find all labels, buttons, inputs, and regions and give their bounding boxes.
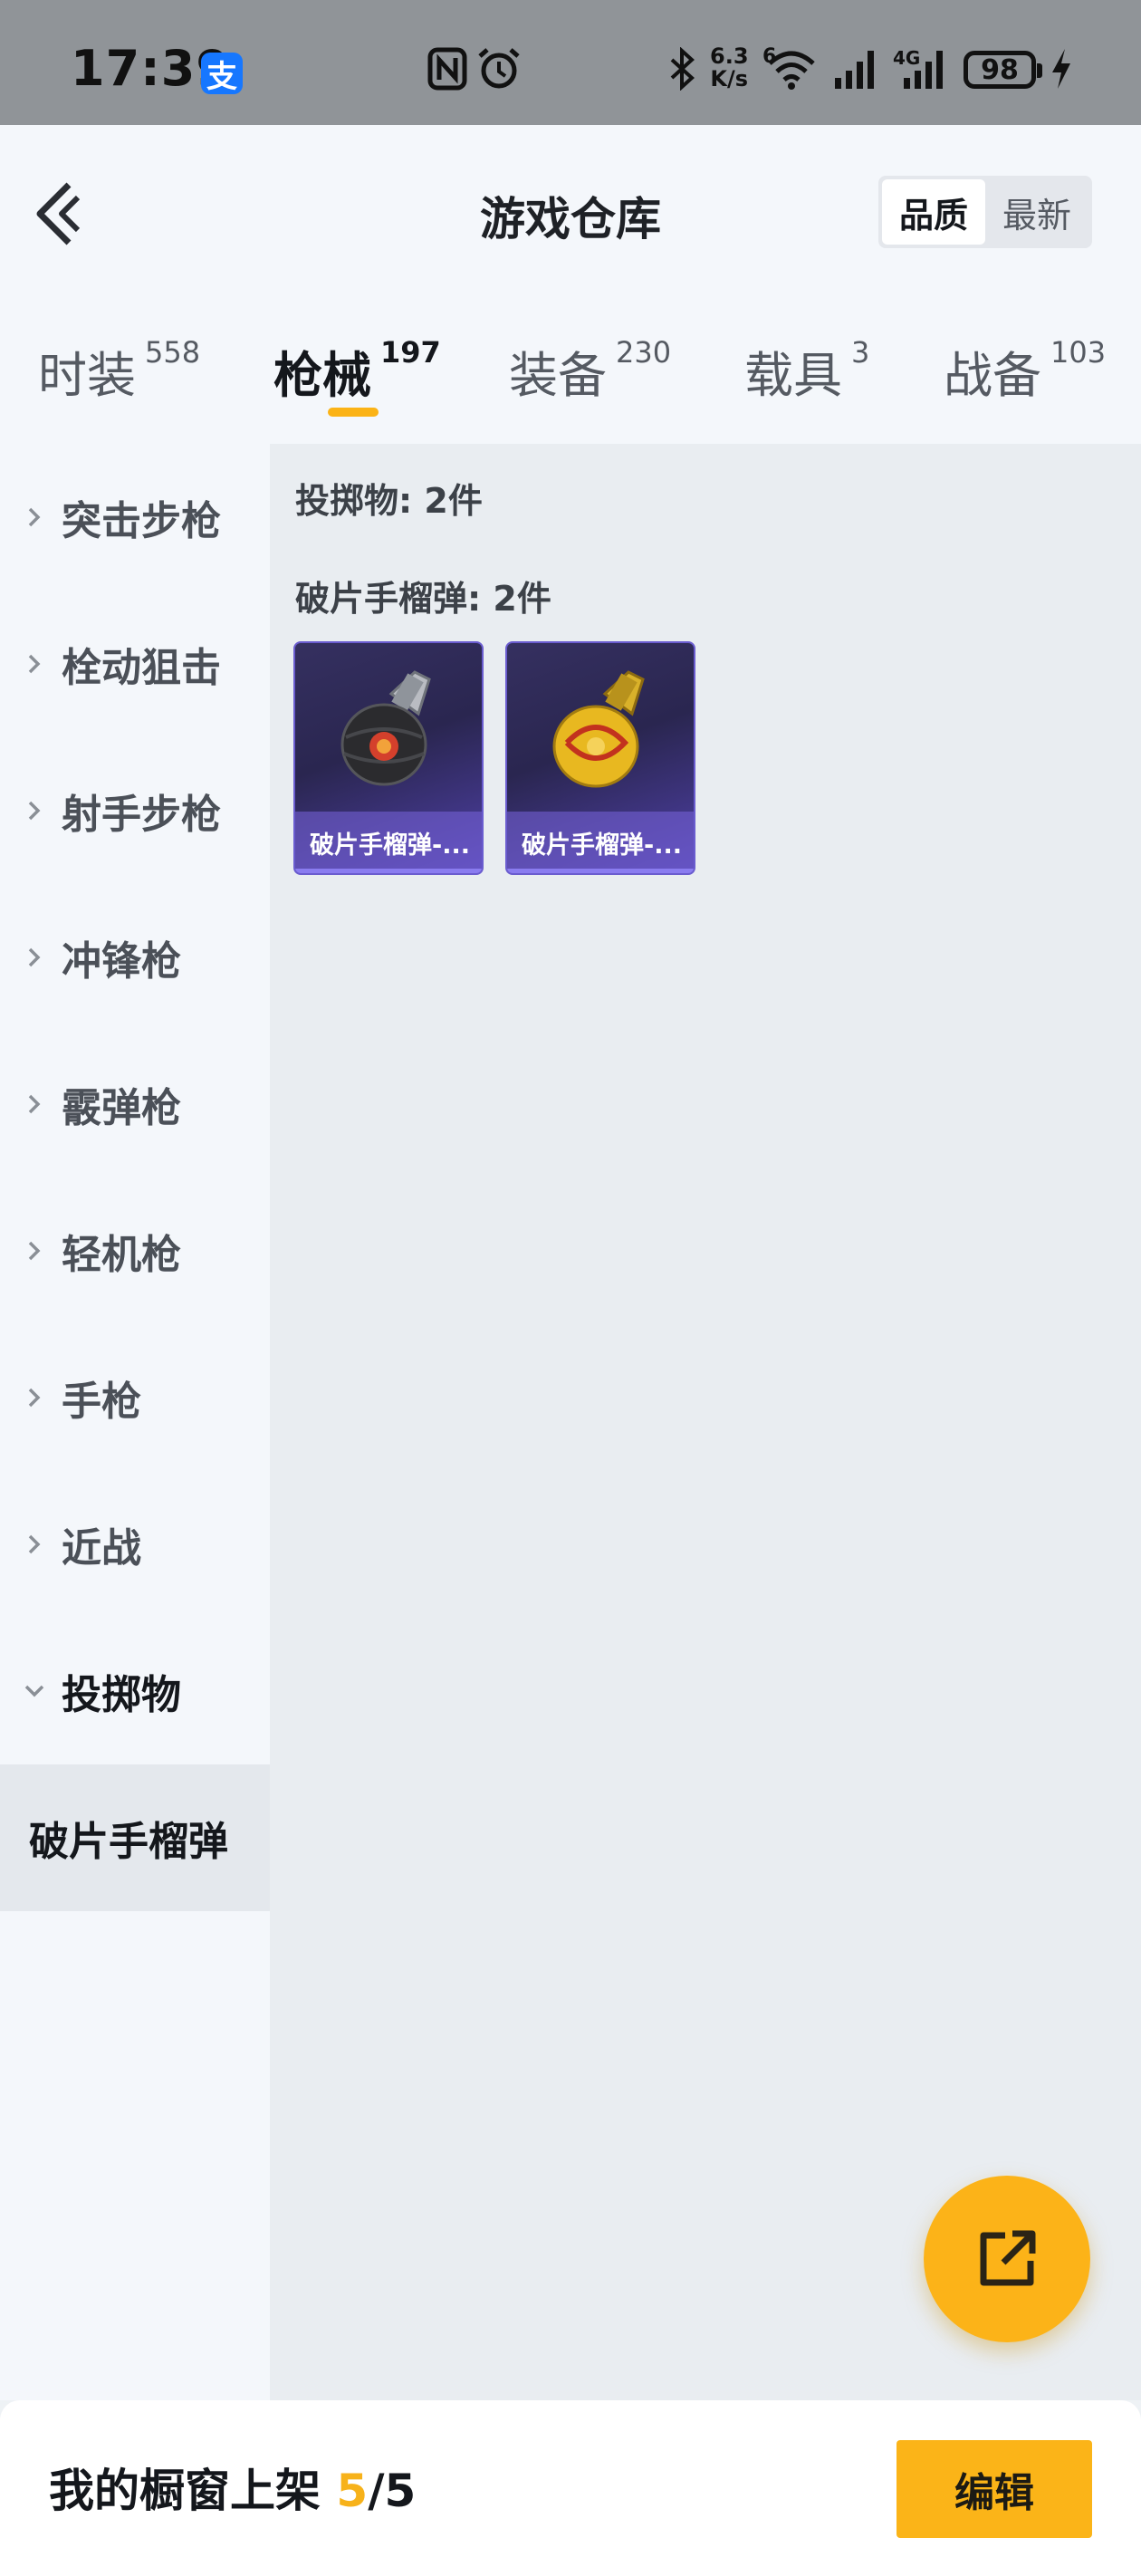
chevron-right-icon [28, 1094, 41, 1114]
tab-count: 197 [380, 335, 441, 370]
tab-firearms[interactable]: 枪械 197 [273, 335, 441, 407]
section-title: 投掷物: 2件 [295, 481, 483, 521]
chevron-right-icon [28, 1388, 41, 1408]
tab-count: 103 [1050, 335, 1107, 370]
header: 游戏仓库 品质 最新 [0, 125, 1141, 297]
sidebar-item-smg[interactable]: 冲锋枪 [0, 884, 270, 1031]
sidebar-item-label: 霰弹枪 [62, 1085, 181, 1131]
tab-fashion[interactable]: 时装 558 [38, 335, 200, 407]
net-speed-unit: K/s [710, 66, 749, 91]
share-button[interactable] [924, 2176, 1090, 2342]
chevron-right-icon [28, 507, 41, 527]
charging-icon [1052, 49, 1070, 89]
grenade-black-icon [340, 670, 431, 786]
sidebar-item-marksman-rifle[interactable]: 射手步枪 [0, 737, 270, 884]
battery-indicator: 98 [964, 51, 1042, 89]
grenade-yellow-icon [552, 670, 645, 788]
sidebar-item-pistol[interactable]: 手枪 [0, 1324, 270, 1471]
tab-label: 载具 [744, 347, 842, 404]
tab-label: 时装 [38, 347, 136, 404]
sidebar-subitem-label: 破片手榴弹 [29, 1819, 228, 1865]
sidebar-item-shotgun[interactable]: 霰弹枪 [0, 1031, 270, 1177]
sidebar-item-label: 轻机枪 [62, 1232, 181, 1278]
sidebar-item-throwables[interactable]: 投掷物 [0, 1618, 270, 1764]
chevron-right-icon [28, 1241, 41, 1261]
item-card-caption: 破片手榴弹-... [295, 812, 482, 873]
showcase-count-label: 我的橱窗上架 5/5 [49, 2455, 416, 2520]
signal-icon [835, 51, 874, 89]
sort-toggle: 品质 最新 [878, 176, 1092, 248]
sidebar-item-label: 投掷物 [62, 1672, 181, 1718]
item-card-caption: 破片手榴弹-... [507, 812, 694, 873]
tab-vehicles[interactable]: 载具 3 [744, 335, 869, 407]
sort-quality-option[interactable]: 品质 [882, 179, 985, 245]
tab-label: 战备 [944, 347, 1041, 404]
item-grid-panel: 投掷物: 2件 破片手榴弹: 2件 破片手榴弹-... 破片手榴弹-... [270, 444, 1141, 2400]
showcase-count-separator: / [368, 2465, 385, 2517]
sidebar-item-lmg[interactable]: 轻机枪 [0, 1177, 270, 1324]
nfc-icon [427, 47, 467, 91]
tab-tactical[interactable]: 战备 103 [944, 335, 1106, 407]
sidebar-item-label: 栓动狙击 [62, 645, 221, 691]
tab-equipment[interactable]: 装备 230 [509, 335, 671, 407]
showcase-current-count: 5 [336, 2465, 369, 2517]
net-speed: 6.3 K/s [710, 45, 749, 91]
status-bar: 17:39 支 6.3 K/s 6 4G 98 [0, 0, 1141, 125]
category-tabs: 时装 558 枪械 197 装备 230 载具 3 战备 103 [0, 297, 1141, 444]
rarity-strip [295, 869, 482, 873]
sidebar-item-label: 手枪 [62, 1379, 141, 1425]
sidebar-item-label: 突击步枪 [62, 498, 221, 544]
active-tab-indicator [328, 408, 379, 417]
alarm-icon [478, 48, 520, 89]
alipay-icon: 支 [201, 53, 243, 95]
sidebar-item-label: 射手步枪 [62, 792, 221, 838]
chevron-right-icon [28, 947, 41, 967]
tab-label: 枪械 [273, 347, 371, 404]
sort-newest-option[interactable]: 最新 [985, 179, 1088, 245]
sidebar-item-label: 冲锋枪 [62, 938, 181, 985]
group-title: 破片手榴弹: 2件 [295, 579, 551, 619]
item-card[interactable]: 破片手榴弹-... [293, 641, 484, 875]
chevron-right-icon [28, 654, 41, 674]
sidebar-subitem-frag-grenade[interactable]: 破片手榴弹 [0, 1764, 270, 1911]
bottom-bar: 我的橱窗上架 5/5 编辑 [0, 2400, 1141, 2576]
rarity-strip [507, 869, 694, 873]
share-external-icon [980, 2230, 1036, 2286]
sidebar-item-bolt-sniper[interactable]: 栓动狙击 [0, 591, 270, 737]
sidebar-item-assault-rifle[interactable]: 突击步枪 [0, 444, 270, 591]
sidebar-item-melee[interactable]: 近战 [0, 1471, 270, 1618]
wifi-icon [768, 51, 815, 90]
showcase-label: 我的橱窗上架 [49, 2465, 321, 2517]
sidebar-item-label: 近战 [62, 1525, 141, 1572]
chevron-down-icon [24, 1685, 44, 1697]
signal-4g-icon [904, 51, 943, 89]
bluetooth-icon [670, 47, 695, 91]
tab-count: 558 [145, 335, 201, 370]
edit-button[interactable]: 编辑 [896, 2440, 1092, 2538]
net-speed-value: 6.3 [710, 43, 749, 69]
tab-label: 装备 [509, 347, 607, 404]
item-card[interactable]: 破片手榴弹-... [505, 641, 695, 875]
chevron-right-icon [28, 801, 41, 821]
weapon-category-sidebar: 突击步枪 栓动狙击 射手步枪 冲锋枪 霰弹枪 轻机枪 手枪 近战 投掷物 破片手… [0, 444, 270, 2400]
chevron-right-icon [28, 1534, 41, 1554]
tab-count: 3 [851, 335, 870, 370]
showcase-total-count: 5 [384, 2465, 417, 2517]
tab-count: 230 [616, 335, 672, 370]
